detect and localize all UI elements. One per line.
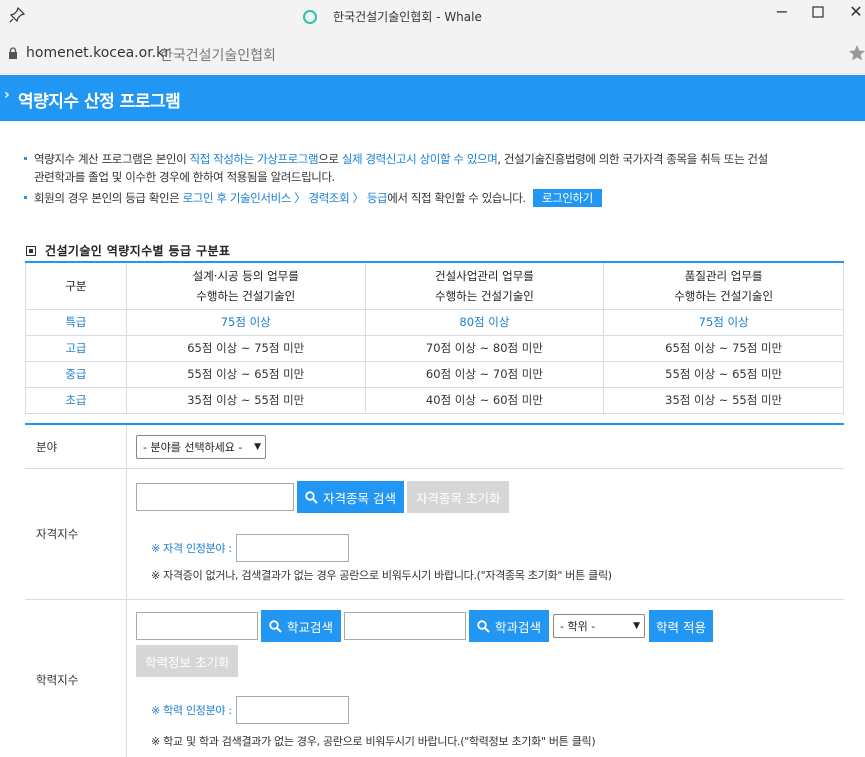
- grade-table-title: 건설기술인 역량지수별 등급 구분표: [26, 242, 230, 259]
- chevron-down-icon: ▼: [254, 441, 261, 452]
- maximize-icon[interactable]: [808, 2, 828, 22]
- table-cell: 60점 이상 ~ 70점 미만: [364, 360, 605, 388]
- table-cell: 특급: [25, 308, 127, 336]
- bookmark-star-icon[interactable]: [846, 42, 865, 64]
- intro-note-1: 역량지수 계산 프로그램은 본인이 직접 작성하는 가상프로그램으로 실제 경력…: [24, 150, 849, 186]
- grade-table: 구분 설계·시공 등의 업무를 수행하는 건설기술인 건설사업관리 업무를 수행하는…: [25, 261, 844, 414]
- table-cell: 65점 이상 ~ 75점 미만: [603, 334, 844, 362]
- license-label: 자격지수: [25, 469, 127, 599]
- license-search-label: 자격종목 검색: [323, 490, 396, 506]
- table-cell: 65점 이상 ~ 75점 미만: [125, 334, 366, 362]
- table-cell: 55점 이상 ~ 65점 미만: [603, 360, 844, 388]
- table-header: 구분: [25, 261, 127, 310]
- education-recognized-label: ※ 학력 인정분야 :: [151, 704, 232, 717]
- table-cell: 75점 이상: [125, 308, 366, 336]
- intro-notes: 역량지수 계산 프로그램은 본인이 직접 작성하는 가상프로그램으로 실제 경력…: [24, 150, 849, 207]
- education-recognized-field[interactable]: [235, 696, 349, 724]
- school-search-input[interactable]: [136, 612, 258, 640]
- intro-highlight: 직접 작성하는 가상프로그램: [189, 152, 319, 166]
- intro-text: 으로: [318, 152, 342, 166]
- intro-text: , 건설기술진흥법령에 의한 국가자격 종목을 취득 또는 건설: [497, 152, 768, 166]
- service-path-link: 로그인 후 기술인서비스 〉 경력조회 〉 등급: [182, 191, 388, 205]
- school-search-label: 학교검색: [287, 619, 334, 635]
- page-header: › 역량지수 산정 프로그램: [0, 75, 865, 121]
- login-button[interactable]: 로그인하기: [532, 189, 602, 207]
- lock-icon: [9, 47, 17, 59]
- field-select-value: - 분야를 선택하세요 -: [143, 440, 243, 454]
- education-note: ※ 학교 및 학과 검색결과가 없는 경우, 공란으로 비워두시기 바랍니다.(…: [151, 735, 596, 748]
- license-recognized-field[interactable]: [235, 534, 349, 562]
- dept-search-label: 학과검색: [495, 619, 542, 635]
- address-bar[interactable]: homenet.kocea.or.kr 한국건설기술인협회: [0, 34, 865, 74]
- square-bullet-icon: [26, 245, 36, 256]
- whale-icon: [303, 9, 317, 24]
- calculator-form: 분야 - 분야를 선택하세요 - ▼ 자격지수 자격종목 검색 자격종목 초기화…: [25, 423, 844, 757]
- table-header: 설계·시공 등의 업무를 수행하는 건설기술인: [125, 261, 366, 310]
- table-cell: 초급: [25, 386, 127, 414]
- field-row: 분야 - 분야를 선택하세요 - ▼: [25, 425, 844, 469]
- intro-note-2: 회원의 경우 본인의 등급 확인은 로그인 후 기술인서비스 〉 경력조회 〉 …: [24, 189, 849, 207]
- education-label: 학력지수: [25, 600, 127, 757]
- field-label: 분야: [25, 425, 127, 468]
- intro-text: 에서 직접 확인할 수 있습니다.: [387, 191, 526, 205]
- license-row: 자격지수 자격종목 검색 자격종목 초기화 ※ 자격 인정분야 : ※ 자격증이…: [25, 469, 844, 600]
- url-text[interactable]: homenet.kocea.or.kr: [26, 45, 170, 61]
- intro-highlight: 실제 경력신고시 상이할 수 있으며: [341, 152, 498, 166]
- dept-search-button[interactable]: 학과검색: [469, 610, 550, 642]
- table-row: 초급 35점 이상 ~ 55점 미만 40점 이상 ~ 60점 미만 35점 이…: [25, 386, 844, 414]
- search-icon: [305, 490, 318, 504]
- url-page-title: 한국건설기술인협회: [160, 48, 276, 64]
- table-header-row: 구분 설계·시공 등의 업무를 수행하는 건설기술인 건설사업관리 업무를 수행하는…: [25, 261, 844, 310]
- education-apply-button[interactable]: 학력 적용: [649, 610, 714, 642]
- minimize-icon[interactable]: −: [772, 2, 792, 22]
- table-cell: 고급: [25, 334, 127, 362]
- license-note: ※ 자격증이 없거나, 검색결과가 없는 경우 공란으로 비워두시기 바랍니다.…: [151, 569, 612, 582]
- window-title: 한국건설기술인협회 - Whale: [303, 8, 482, 25]
- dept-search-input[interactable]: [344, 612, 467, 640]
- chevron-right-icon: ›: [4, 87, 10, 103]
- school-search-button[interactable]: 학교검색: [261, 610, 342, 642]
- intro-text: 역량지수 계산 프로그램은 본인이: [34, 152, 190, 166]
- degree-select[interactable]: - 학위 - ▼: [553, 614, 646, 638]
- table-cell: 75점 이상: [603, 308, 844, 336]
- table-cell: 35점 이상 ~ 55점 미만: [603, 386, 844, 414]
- table-cell: 35점 이상 ~ 55점 미만: [125, 386, 366, 414]
- field-select[interactable]: - 분야를 선택하세요 - ▼: [136, 434, 266, 459]
- license-reset-button[interactable]: 자격종목 초기화: [406, 481, 510, 513]
- table-cell: 80점 이상: [364, 308, 605, 336]
- table-cell: 55점 이상 ~ 65점 미만: [125, 360, 366, 388]
- license-search-input[interactable]: [136, 483, 294, 511]
- search-icon: [269, 619, 282, 633]
- pin-icon[interactable]: [8, 6, 26, 24]
- table-row: 고급 65점 이상 ~ 75점 미만 70점 이상 ~ 80점 미만 65점 이…: [25, 334, 844, 362]
- table-row: 특급 75점 이상 80점 이상 75점 이상: [25, 308, 844, 336]
- intro-text: 회원의 경우 본인의 등급 확인은: [34, 191, 183, 205]
- chevron-down-icon: ▼: [633, 621, 641, 631]
- close-icon[interactable]: ✕: [846, 2, 865, 22]
- window-title-text: 한국건설기술인협회 - Whale: [333, 10, 482, 24]
- table-header: 품질관리 업무를 수행하는 건설기술인: [603, 261, 844, 310]
- education-reset-button[interactable]: 학력정보 초기화: [136, 645, 239, 677]
- table-cell: 70점 이상 ~ 80점 미만: [364, 334, 605, 362]
- table-header: 건설사업관리 업무를 수행하는 건설기술인: [364, 261, 605, 310]
- table-cell: 중급: [25, 360, 127, 388]
- table-cell: 40점 이상 ~ 60점 미만: [364, 386, 605, 414]
- search-icon: [477, 619, 490, 633]
- license-search-button[interactable]: 자격종목 검색: [297, 481, 404, 513]
- browser-titlebar: 한국건설기술인협회 - Whale − ✕: [0, 0, 865, 34]
- license-recognized-label: ※ 자격 인정분야 :: [151, 542, 232, 555]
- education-row: 학력지수 학교검색 학과검색 - 학위 - ▼ 학력 적용 학력정보 초기화 ※…: [25, 600, 844, 757]
- table-row: 중급 55점 이상 ~ 65점 미만 60점 이상 ~ 70점 미만 55점 이…: [25, 360, 844, 388]
- intro-text: 관련학과를 졸업 및 이수한 경우에 한하여 적용됨을 알려드립니다.: [34, 170, 335, 184]
- grade-table-title-text: 건설기술인 역량지수별 등급 구분표: [45, 244, 231, 258]
- degree-select-value: - 학위 -: [560, 620, 596, 633]
- page-title: 역량지수 산정 프로그램: [18, 92, 181, 112]
